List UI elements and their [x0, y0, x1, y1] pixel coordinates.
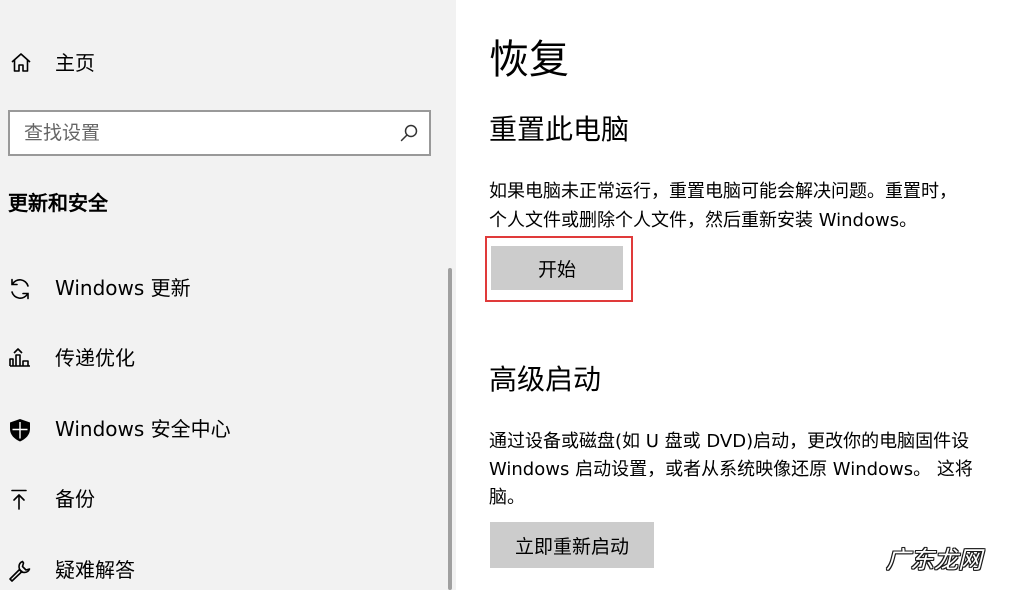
sidebar-item-label: 传递优化: [55, 346, 135, 370]
watermark: 广东龙网: [886, 546, 982, 574]
reset-description-line-1: 如果电脑未正常运行，重置电脑可能会解决问题。重置时，: [489, 181, 957, 202]
search-input[interactable]: [24, 120, 384, 146]
reset-description-line-2: 个人文件或删除个人文件，然后重新安装 Windows。: [489, 210, 918, 231]
main-content: 恢复 重置此电脑 如果电脑未正常运行，重置电脑可能会解决问题。重置时， 个人文件…: [456, 0, 1024, 590]
search-box[interactable]: [8, 110, 431, 156]
sidebar: 主页 更新和安全 Windows 更新: [0, 0, 456, 590]
page-title: 恢复: [489, 37, 569, 83]
delivery-optimization-icon: [7, 346, 33, 372]
sidebar-item-troubleshoot[interactable]: 疑难解答: [0, 545, 446, 590]
section-title: 更新和安全: [8, 191, 108, 215]
sidebar-item-windows-update[interactable]: Windows 更新: [0, 263, 446, 313]
advanced-description-line-2: Windows 启动设置，或者从系统映像还原 Windows。 这将: [489, 459, 973, 480]
sidebar-item-label: Windows 安全中心: [55, 417, 231, 441]
sidebar-item-backup[interactable]: 备份: [0, 474, 446, 524]
sidebar-scrollbar[interactable]: [448, 268, 452, 590]
sidebar-item-label: 疑难解答: [55, 558, 135, 582]
shield-icon: [7, 417, 33, 443]
search-icon[interactable]: [399, 123, 419, 143]
advanced-startup-heading: 高级启动: [489, 363, 602, 396]
sidebar-item-delivery-optimization[interactable]: 传递优化: [0, 333, 446, 383]
settings-window: 主页 更新和安全 Windows 更新: [0, 0, 1024, 590]
reset-start-button[interactable]: 开始: [491, 246, 623, 290]
backup-arrow-icon: [7, 487, 33, 513]
sidebar-item-label: 备份: [55, 487, 95, 511]
restart-now-button[interactable]: 立即重新启动: [490, 522, 654, 568]
home-icon: [9, 51, 33, 75]
wrench-icon: [7, 558, 33, 584]
sidebar-home[interactable]: 主页: [0, 40, 456, 86]
sidebar-item-windows-security[interactable]: Windows 安全中心: [0, 404, 446, 454]
reset-heading: 重置此电脑: [489, 113, 630, 146]
advanced-description-line-3: 脑。: [489, 487, 525, 508]
sync-icon: [7, 276, 33, 302]
advanced-description-line-1: 通过设备或磁盘(如 U 盘或 DVD)启动，更改你的电脑固件设: [489, 431, 970, 452]
home-label: 主页: [55, 51, 95, 75]
sidebar-item-label: Windows 更新: [55, 276, 191, 300]
